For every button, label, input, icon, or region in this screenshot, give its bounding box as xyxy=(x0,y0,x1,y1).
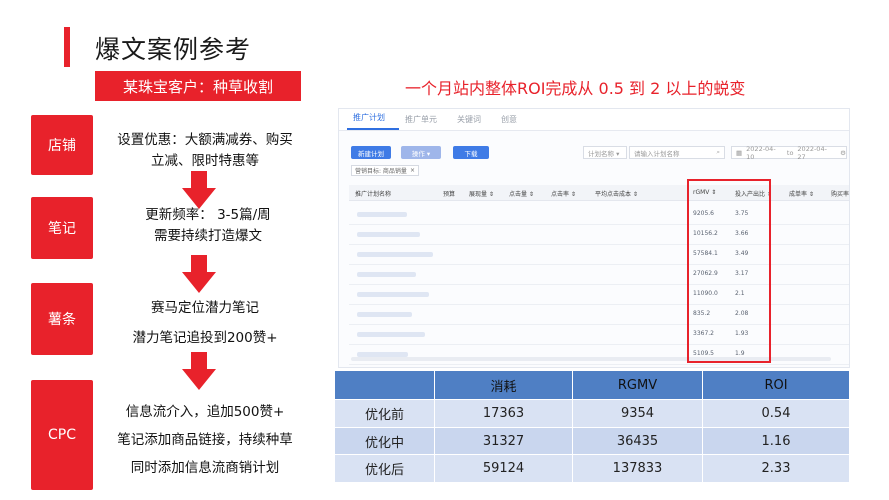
roi-comparison-table: 消耗 RGMV ROI 优化前 17363 9354 0.54 优化中 3132… xyxy=(334,370,850,484)
row-label: 优化后 xyxy=(334,454,435,484)
case-subtitle-badge: 某珠宝客户：种草收割 xyxy=(95,71,301,101)
stage-label-cpc: CPC xyxy=(31,380,93,490)
stage-desc-line: 潜力笔记追投到200赞+ xyxy=(132,330,278,346)
plan-name-redacted xyxy=(357,312,412,317)
marketing-goal-label: 营销目标: 商品销量 xyxy=(355,168,407,175)
date-separator: to xyxy=(786,148,794,157)
stage-desc-cpc: 信息流介入，追加500赞+ 笔记添加商品链接，持续种草 同时添加信息流商销计划 xyxy=(100,398,310,482)
stage-desc-line: 笔记添加商品链接，持续种草 xyxy=(117,432,293,448)
title-accent-bar xyxy=(64,27,70,67)
date-end: 2022-04-27 xyxy=(797,144,827,161)
cost-cell: 31327 xyxy=(434,426,573,456)
row-divider xyxy=(349,364,849,365)
stage-desc-line: 赛马定位潜力笔记 xyxy=(151,300,259,316)
plan-name-filter[interactable]: 计划名称 ▾ xyxy=(583,146,627,159)
stage-desc-shop: 设置优惠：大额满减券、购买 立减、限时特惠等 xyxy=(105,130,305,172)
new-plan-button[interactable]: 新建计划 xyxy=(351,146,391,159)
ads-dashboard-screenshot: 推广计划 推广单元 关键词 创意 新建计划 操作 ▾ 下载 计划名称 ▾ 请输入… xyxy=(338,108,850,368)
action-dropdown-button[interactable]: 操作 ▾ xyxy=(401,146,441,159)
table-row[interactable]: 57584.1 3.49 xyxy=(339,245,849,265)
stage-desc-line: 立减、限时特惠等 xyxy=(151,153,259,169)
dashboard-table-header: 推广计划名称 预算 展现量 ⇕ 点击量 ⇕ 点击率 ⇕ 平均点击成本 ⇕ rGM… xyxy=(349,185,849,201)
table-header-cell: ROI xyxy=(702,370,850,400)
row-label: 优化中 xyxy=(334,426,435,456)
roi-cell: 1.16 xyxy=(702,426,850,456)
plan-name-redacted xyxy=(357,252,433,257)
tab-keyword[interactable]: 关键词 xyxy=(451,114,495,130)
stage-desc-line: 更新频率： 3-5篇/周 xyxy=(145,207,271,223)
row-label: 优化前 xyxy=(334,399,435,428)
column-header[interactable]: 点击量 ⇕ xyxy=(509,189,534,198)
column-header[interactable]: 成单率 ⇕ xyxy=(789,189,814,198)
date-range-picker[interactable]: ▦ 2022-04-10 to 2022-04-27 ⚙ xyxy=(731,144,847,161)
plan-name-redacted xyxy=(357,332,425,337)
plan-name-redacted xyxy=(357,292,429,297)
marketing-goal-tag[interactable]: 营销目标: 商品销量 × xyxy=(351,165,419,176)
stage-desc-notes: 更新频率： 3-5篇/周 需要持续打造爆文 xyxy=(118,205,298,247)
table-row[interactable]: 3367.2 1.93 xyxy=(339,325,849,345)
down-arrow-icon xyxy=(182,352,216,390)
column-header[interactable]: 展现量 ⇕ xyxy=(469,189,494,198)
cost-cell: 17363 xyxy=(434,399,573,428)
roi-cell: 0.54 xyxy=(702,399,850,428)
column-header[interactable]: 预算 xyxy=(443,189,455,198)
stage-label-shutiao: 薯条 xyxy=(31,283,93,355)
table-header-cell: 消耗 xyxy=(434,370,573,400)
rgmv-roi-highlight-frame xyxy=(687,179,771,363)
plan-name-redacted xyxy=(357,272,416,277)
calendar-icon: ▦ xyxy=(736,148,743,157)
stage-label-shop: 店铺 xyxy=(31,115,93,175)
table-header-cell xyxy=(334,370,435,400)
table-header-cell: RGMV xyxy=(572,370,703,400)
dashboard-tabs: 推广计划 推广单元 关键词 创意 xyxy=(339,109,849,131)
cost-cell: 59124 xyxy=(434,454,573,484)
dashboard-toolbar: 新建计划 操作 ▾ 下载 计划名称 ▾ 请输入计划名称 ⌕ ▦ 2022-04-… xyxy=(349,145,847,161)
rgmv-cell: 9354 xyxy=(572,399,703,428)
table-row[interactable]: 5109.5 1.9 xyxy=(339,345,849,365)
roi-cell: 2.33 xyxy=(702,454,850,484)
table-row[interactable]: 835.2 2.08 xyxy=(339,305,849,325)
table-row: 优化中 31327 36435 1.16 xyxy=(334,426,850,456)
tab-creative[interactable]: 创意 xyxy=(495,114,531,130)
plan-name-redacted xyxy=(357,232,420,237)
gear-icon: ⚙ xyxy=(840,148,846,157)
column-header[interactable]: 点击率 ⇕ xyxy=(551,189,576,198)
plan-name-redacted xyxy=(357,212,407,217)
download-button[interactable]: 下载 xyxy=(453,146,489,159)
roi-headline: 一个月站内整体ROI完成从 0.5 到 2 以上的蜕变 xyxy=(405,79,746,98)
tab-unit[interactable]: 推广单元 xyxy=(399,114,451,130)
column-header[interactable]: 平均点击成本 ⇕ xyxy=(595,189,638,198)
table-row: 优化前 17363 9354 0.54 xyxy=(334,399,850,428)
search-placeholder: 请输入计划名称 xyxy=(634,149,680,158)
table-row: 优化后 59124 137833 2.33 xyxy=(334,454,850,484)
table-row[interactable]: 27062.9 3.17 xyxy=(339,265,849,285)
table-row[interactable]: 10156.2 3.66 xyxy=(339,225,849,245)
down-arrow-icon xyxy=(182,255,216,293)
table-row[interactable]: 9205.6 3.75 xyxy=(339,205,849,225)
down-arrow-icon xyxy=(182,171,216,209)
close-icon[interactable]: × xyxy=(410,167,415,174)
plan-search-input[interactable]: 请输入计划名称 ⌕ xyxy=(629,146,725,159)
stage-desc-line: 设置优惠：大额满减券、购买 xyxy=(117,132,293,148)
column-header[interactable]: 购买率 xyxy=(831,189,849,198)
date-start: 2022-04-10 xyxy=(746,144,776,161)
rgmv-cell: 137833 xyxy=(572,454,703,484)
search-icon: ⌕ xyxy=(716,148,720,156)
stage-desc-shutiao: 赛马定位潜力笔记 潜力笔记追投到200赞+ xyxy=(110,293,300,353)
column-header[interactable]: 推广计划名称 xyxy=(355,189,391,198)
page-title: 爆文案例参考 xyxy=(95,35,252,64)
stage-label-notes: 笔记 xyxy=(31,197,93,259)
table-header-row: 消耗 RGMV ROI xyxy=(334,370,850,400)
table-row[interactable]: 11090.0 2.1 xyxy=(339,285,849,305)
stage-desc-line: 需要持续打造爆文 xyxy=(154,228,262,244)
tab-campaign[interactable]: 推广计划 xyxy=(347,112,399,130)
rgmv-cell: 36435 xyxy=(572,426,703,456)
stage-desc-line: 信息流介入，追加500赞+ xyxy=(125,404,285,420)
stage-desc-line: 同时添加信息流商销计划 xyxy=(130,460,280,476)
